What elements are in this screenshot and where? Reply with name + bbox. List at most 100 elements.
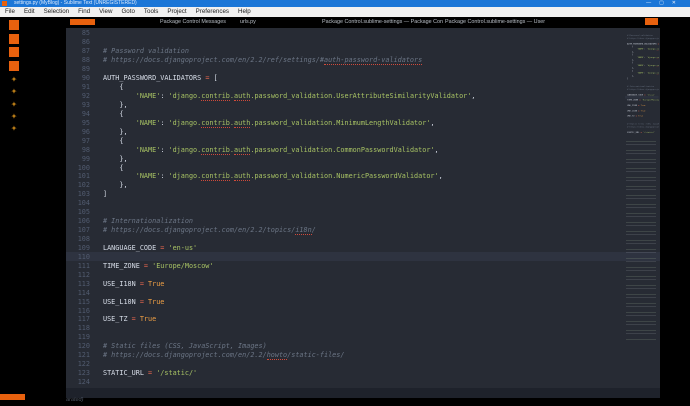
code-line-121[interactable]: 121# https://docs.djangoproject.com/en/2…: [66, 351, 660, 360]
code-line-103[interactable]: 103]: [66, 190, 660, 199]
menu-item-project[interactable]: Project: [167, 7, 186, 17]
code-line-117[interactable]: 117USE_TZ = True: [66, 315, 660, 324]
minimize-button[interactable]: —: [646, 0, 651, 7]
code-line-86[interactable]: 86: [66, 38, 660, 47]
line-number: 111: [66, 262, 96, 270]
code-line-110[interactable]: 110: [66, 252, 660, 261]
code-text: },: [96, 181, 128, 189]
status-text: arated): [66, 397, 83, 403]
code-line-94[interactable]: 94 {: [66, 109, 660, 118]
line-number: 94: [66, 110, 96, 118]
code-line-109[interactable]: 109LANGUAGE_CODE = 'en-us': [66, 244, 660, 253]
minimap-content: 858687# Password validation88# https://d…: [625, 29, 659, 136]
tab-3[interactable]: Package Control.sublime-settings — Packa…: [322, 19, 443, 26]
menu-item-edit[interactable]: Edit: [24, 7, 35, 17]
minimap-filler: [626, 141, 656, 341]
code-line-99[interactable]: 99 },: [66, 154, 660, 163]
menu-item-selection[interactable]: Selection: [44, 7, 69, 17]
code-line-88: 88# https://docs.djangoproject.com/en/2.…: [625, 37, 659, 40]
taskbar-app-icon[interactable]: [9, 34, 19, 44]
code-line-96[interactable]: 96 },: [66, 127, 660, 136]
code-line-123[interactable]: 123STATIC_URL = '/static/': [66, 369, 660, 378]
code-line-116[interactable]: 116: [66, 306, 660, 315]
code-line-112[interactable]: 112: [66, 270, 660, 279]
code-text: ]: [96, 190, 107, 198]
spark-icon[interactable]: ✦: [9, 100, 19, 109]
tab-1[interactable]: Package Control Messages: [160, 19, 226, 26]
code-line-87[interactable]: 87# Password validation: [66, 47, 660, 56]
code-line-91[interactable]: 91 {: [66, 83, 660, 92]
code-line-106[interactable]: 106# Internationalization: [66, 217, 660, 226]
code-text: # https://docs.djangoproject.com/en/2.2/…: [625, 37, 659, 39]
tab-4[interactable]: Package Control.sublime-settings — User: [445, 19, 545, 26]
code-line-88[interactable]: 88# https://docs.djangoproject.com/en/2.…: [66, 56, 660, 65]
code-line-95[interactable]: 95 'NAME': 'django.contrib.auth.password…: [66, 118, 660, 127]
code-text: USE_TZ = True: [96, 315, 156, 323]
taskbar-app-icon[interactable]: [9, 20, 19, 30]
code-line-98[interactable]: 98 'NAME': 'django.contrib.auth.password…: [66, 145, 660, 154]
code-line-107[interactable]: 107# https://docs.djangoproject.com/en/2…: [66, 226, 660, 235]
line-number: 124: [66, 378, 96, 386]
code-line-100[interactable]: 100 {: [66, 163, 660, 172]
code-line-97[interactable]: 97 {: [66, 136, 660, 145]
line-number: 91: [66, 83, 96, 91]
menu-item-help[interactable]: Help: [238, 7, 251, 17]
menu-item-view[interactable]: View: [99, 7, 112, 17]
line-number: 95: [66, 119, 96, 127]
code-line-122[interactable]: 122: [66, 360, 660, 369]
code-text: # Internationalization: [96, 217, 193, 225]
code-line-89[interactable]: 89: [66, 65, 660, 74]
line-number: 86: [66, 38, 96, 46]
code-line-120[interactable]: 120# Static files (CSS, JavaScript, Imag…: [66, 342, 660, 351]
menu-item-tools[interactable]: Tools: [144, 7, 158, 17]
code-line-119[interactable]: 119: [66, 333, 660, 342]
minimap-accent-icon: [645, 18, 658, 25]
menu-item-goto[interactable]: Goto: [121, 7, 134, 17]
code-line-93[interactable]: 93 },: [66, 101, 660, 110]
code-line-111[interactable]: 111TIME_ZONE = 'Europe/Moscow': [66, 261, 660, 270]
code-line-102[interactable]: 102 },: [66, 181, 660, 190]
code-text: ]: [625, 77, 628, 79]
code-line-105[interactable]: 105: [66, 208, 660, 217]
code-lines[interactable]: 858687# Password validation88# https://d…: [66, 29, 660, 388]
minimap[interactable]: 858687# Password validation88# https://d…: [625, 29, 659, 369]
spark-icon[interactable]: ✦: [9, 112, 19, 121]
code-line-104[interactable]: 104: [66, 199, 660, 208]
code-line-115[interactable]: 115USE_L10N = True: [66, 297, 660, 306]
code-line-101[interactable]: 101 'NAME': 'django.contrib.auth.passwor…: [66, 172, 660, 181]
code-text: # https://docs.djangoproject.com/en/2.2/…: [625, 88, 659, 90]
line-number: 88: [66, 56, 96, 64]
spark-icon[interactable]: ✦: [9, 87, 19, 96]
line-number: 100: [66, 164, 96, 172]
code-line-114[interactable]: 114: [66, 288, 660, 297]
code-line-92[interactable]: 92 'NAME': 'django.contrib.auth.password…: [66, 92, 660, 101]
line-number: 90: [66, 74, 96, 82]
code-line-107: 107# https://docs.djangoproject.com/en/2…: [625, 88, 659, 91]
line-number: 118: [66, 324, 96, 332]
menu-item-file[interactable]: File: [5, 7, 15, 17]
code-line-108[interactable]: 108: [66, 235, 660, 244]
taskbar-app-icon[interactable]: [9, 47, 19, 57]
code-text: {: [96, 83, 123, 91]
code-line-90[interactable]: 90AUTH_PASSWORD_VALIDATORS = [: [66, 74, 660, 83]
line-number: 99: [66, 155, 96, 163]
menu-item-preferences[interactable]: Preferences: [196, 7, 229, 17]
left-taskbar: ✦ ✦ ✦ ✦ ✦: [0, 17, 30, 400]
sublime-text-icon: [2, 1, 7, 6]
spark-icon[interactable]: ✦: [9, 75, 19, 84]
line-number: 89: [66, 65, 96, 73]
close-button[interactable]: ✕: [672, 0, 676, 7]
maximize-button[interactable]: ▢: [659, 0, 664, 7]
code-text: LANGUAGE_CODE = 'en-us': [96, 244, 197, 252]
tab-2[interactable]: urls.py: [240, 19, 256, 26]
code-text: # Password validation: [96, 47, 189, 55]
code-text: {: [96, 164, 123, 172]
code-line-124[interactable]: 124: [66, 378, 660, 387]
taskbar-app-icon[interactable]: [9, 61, 19, 71]
code-line-113[interactable]: 113USE_I18N = True: [66, 279, 660, 288]
code-line-118[interactable]: 118: [66, 324, 660, 333]
editor-window: 858687# Password validation88# https://d…: [66, 28, 660, 398]
code-line-85[interactable]: 85: [66, 29, 660, 38]
spark-icon[interactable]: ✦: [9, 124, 19, 133]
menu-item-find[interactable]: Find: [78, 7, 90, 17]
